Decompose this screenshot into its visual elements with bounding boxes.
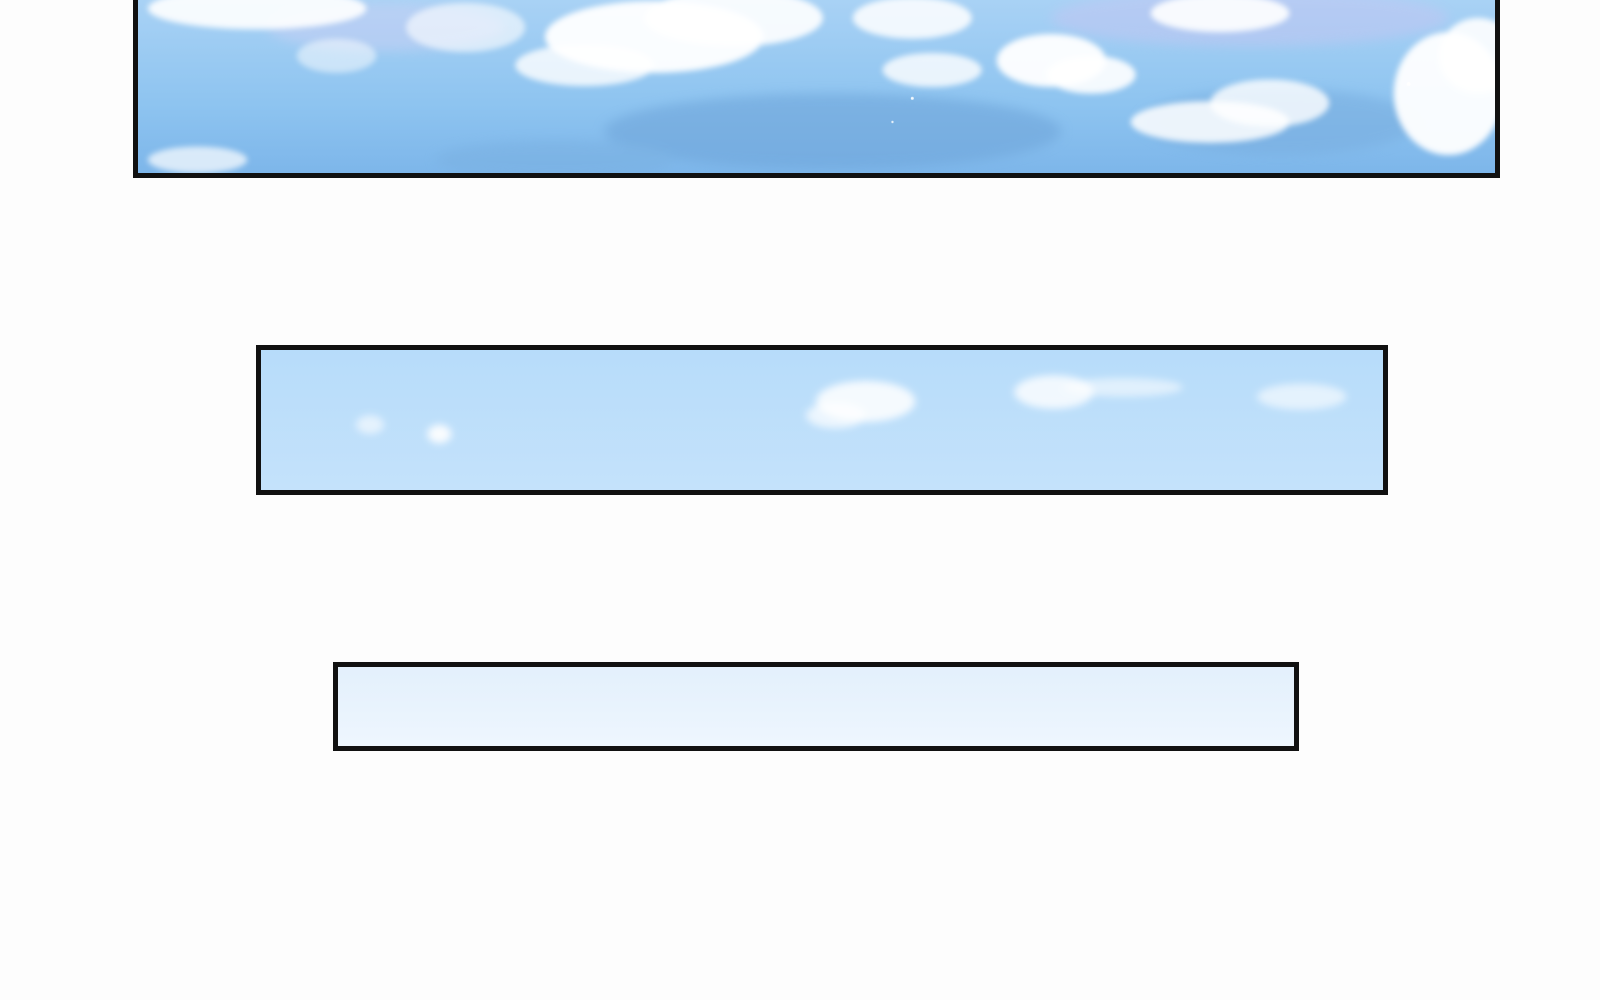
- faint-sky-illustration: [338, 667, 1294, 746]
- sky-panel-top: [133, 0, 1500, 178]
- sky-panel-bottom: [333, 662, 1299, 751]
- comic-page: [0, 0, 1600, 1000]
- pale-sky-illustration: [261, 350, 1383, 490]
- cloudy-sky-illustration: [138, 0, 1495, 173]
- sky-panel-middle: [256, 345, 1388, 495]
